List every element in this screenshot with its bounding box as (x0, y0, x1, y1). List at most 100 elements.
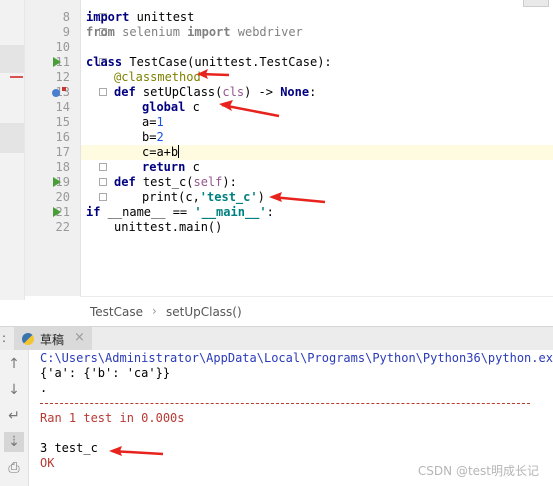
panel-label: : (2, 331, 7, 345)
code-text: c=a+b (142, 145, 179, 159)
annotation-arrow (109, 446, 164, 456)
print-icon[interactable]: ⎙ (4, 458, 24, 478)
console-output: Ran 1 test in 0.000s (40, 411, 185, 425)
line-number: 14 (55, 100, 70, 114)
console-status: OK (40, 456, 55, 470)
code-editor[interactable]: 8 9 10 11 12 13 14 15 16 17 18 19 20 21 … (0, 0, 553, 300)
code-line: global c (142, 100, 200, 115)
code-text: setUpClass( (135, 85, 223, 99)
line-number: 16 (55, 130, 70, 144)
code-text: unittest.main() (114, 220, 223, 234)
parameter: self (193, 175, 223, 189)
code-line: c=a+b (142, 145, 180, 160)
annotation-arrow (269, 192, 326, 204)
keyword: class (86, 55, 123, 69)
line-number: 17 (55, 145, 70, 159)
console-output: 3 test_c (40, 441, 98, 455)
keyword: import (187, 25, 231, 39)
number: 2 (156, 130, 164, 144)
code-line: return c (142, 160, 200, 175)
keyword: None (280, 85, 310, 99)
line-number: 8 (62, 10, 70, 24)
python-icon (22, 333, 34, 345)
code-text: : (266, 205, 274, 219)
scroll-to-end-icon[interactable]: ⇣ (4, 432, 24, 452)
parameter: cls (222, 85, 245, 99)
breadcrumb-class[interactable]: TestCase (90, 305, 143, 319)
soft-wrap-icon[interactable]: ↵ (4, 406, 24, 426)
code-text: ): (222, 175, 237, 189)
code-text: a= (142, 115, 157, 129)
decorator: @classmethod (114, 70, 201, 84)
code-line: def setUpClass(cls) -> None: (114, 85, 316, 100)
line-number: 18 (55, 160, 70, 174)
code-line: def test_c(self): (114, 175, 237, 190)
strip-highlight (0, 45, 24, 73)
keyword: if (86, 205, 101, 219)
string-literal: '__main__' (194, 205, 267, 219)
console-output: . (40, 381, 48, 395)
keyword: return (142, 160, 186, 174)
override-arrow-icon (62, 87, 66, 91)
run-tab-label: 草稿 (40, 333, 65, 347)
code-text: c (185, 100, 200, 114)
code-line: a=1 (142, 115, 164, 130)
override-icon[interactable] (52, 89, 60, 97)
code-line: from selenium import webdriver (86, 25, 303, 40)
breadcrumb-method[interactable]: setUpClass() (166, 305, 242, 319)
keyword: def (114, 85, 136, 99)
strip-highlight (0, 123, 24, 153)
code-line: import unittest (86, 10, 194, 25)
line-number: 10 (55, 40, 70, 54)
code-text: unittest (129, 10, 195, 24)
code-line: print(c,'test_c') (142, 190, 265, 205)
console-separator (40, 403, 530, 404)
console-toolbar: ↑ ↓ ↵ ⇣ ⎙ (0, 350, 29, 486)
code-line: @classmethod (114, 70, 201, 85)
code-line: b=2 (142, 130, 164, 145)
keyword: from (86, 25, 115, 39)
string-literal: 'test_c' (199, 190, 258, 204)
text-caret (178, 145, 180, 158)
run-main-icon[interactable] (53, 207, 61, 217)
line-number: 22 (55, 220, 70, 234)
code-text: ) -> (244, 85, 281, 99)
line-gutter: 8 9 10 11 12 13 14 15 16 17 18 19 20 21 … (25, 0, 107, 296)
error-stripe-mark (10, 76, 23, 78)
keyword: import (86, 10, 130, 24)
close-icon[interactable]: × (74, 330, 85, 345)
line-number: 11 (55, 55, 70, 69)
code-text: b= (142, 130, 157, 144)
code-line: unittest.main() (114, 220, 222, 235)
number: 1 (156, 115, 164, 129)
run-console[interactable]: ↑ ↓ ↵ ⇣ ⎙ C:\Users\Administrator\AppData… (0, 350, 553, 486)
line-number: 19 (55, 175, 70, 189)
run-tab[interactable]: 草稿 × (14, 327, 92, 351)
code-area[interactable]: import unittest from selenium import web… (81, 0, 553, 296)
arrow-down-icon[interactable]: ↓ (4, 380, 24, 400)
run-panel-header: : 草稿 × (0, 326, 553, 352)
annotation-arrow (197, 69, 230, 79)
code-text: selenium (114, 25, 188, 39)
line-number: 12 (55, 70, 70, 84)
run-class-icon[interactable] (53, 57, 61, 67)
keyword: def (114, 175, 136, 189)
keyword: global (142, 100, 186, 114)
breadcrumb-separator-icon: › (152, 304, 157, 318)
line-number: 15 (55, 115, 70, 129)
code-text: webdriver (230, 25, 303, 39)
arrow-up-icon[interactable]: ↑ (4, 354, 24, 374)
run-test-icon[interactable] (53, 177, 61, 187)
code-text: c (185, 160, 200, 174)
console-output: {'a': {'b': 'ca'}} (40, 366, 171, 380)
code-text: ) (257, 190, 265, 204)
left-tool-strip (0, 0, 25, 300)
line-number: 21 (55, 205, 70, 219)
breadcrumb: TestCase › setUpClass() (80, 296, 553, 327)
code-text: __name__ == (100, 205, 195, 219)
annotation-arrow (219, 100, 280, 118)
code-line: if __name__ == '__main__': (86, 205, 274, 220)
code-text: : (309, 85, 317, 99)
line-number: 9 (62, 25, 70, 39)
console-command: C:\Users\Administrator\AppData\Local\Pro… (40, 351, 553, 365)
